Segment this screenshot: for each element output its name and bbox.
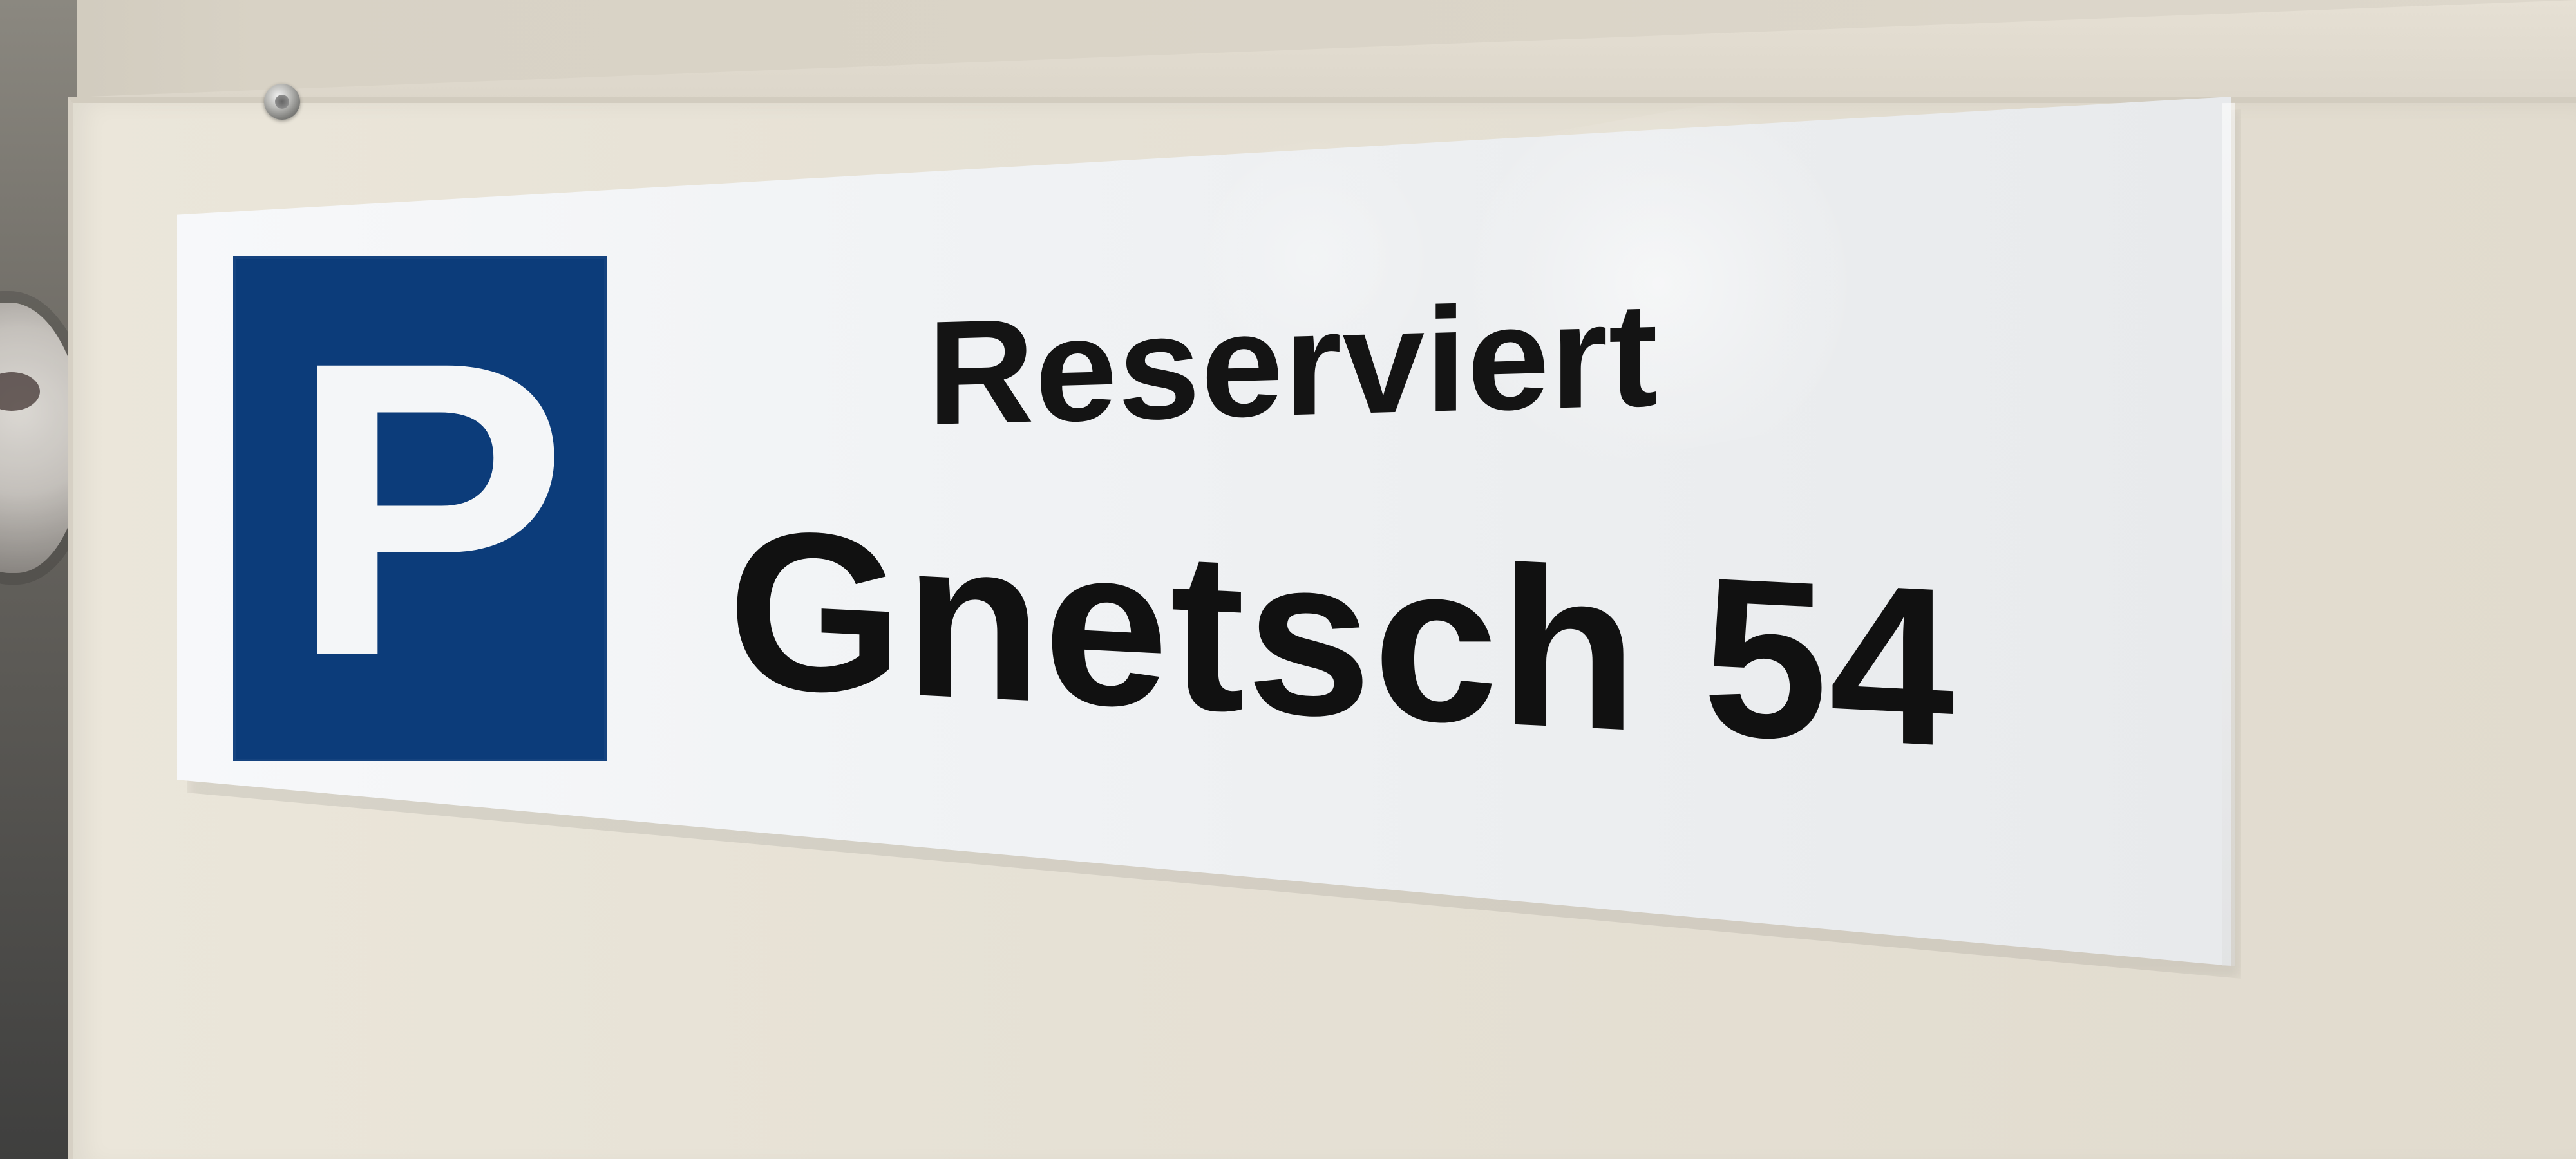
sign-title: Reserviert [927, 271, 1659, 456]
parking-icon: P [233, 256, 607, 761]
left-background [0, 0, 77, 1159]
board-top-edge [90, 0, 2576, 97]
parking-icon-letter: P [289, 275, 569, 742]
screw-icon [264, 84, 300, 120]
sign-edge-sheen [2222, 102, 2235, 966]
photo-scene: P Reserviert Gnetsch 54 [0, 0, 2576, 1159]
sign-name: Gnetsch 54 [728, 482, 1956, 795]
